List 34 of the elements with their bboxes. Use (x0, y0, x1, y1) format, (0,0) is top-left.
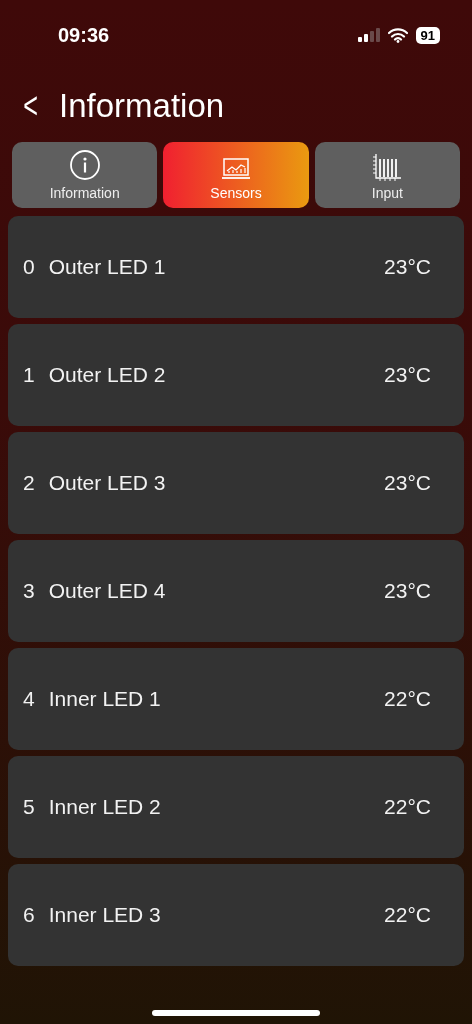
tab[interactable]: Information (12, 142, 158, 208)
sensor-name: Inner LED 3 (48, 903, 162, 927)
temperature-value: 23°C (384, 255, 431, 279)
home-indicator[interactable] (152, 1010, 320, 1016)
sensor-name: Outer LED 3 (48, 471, 167, 495)
sensor-name: Outer LED 4 (48, 579, 167, 603)
temperature-value: 23°C (384, 471, 431, 495)
sensor-name: Outer LED 2 (48, 363, 167, 387)
bar-graph-icon (372, 153, 403, 181)
sensor-index: 1 (23, 363, 35, 387)
sensor-index: 2 (23, 471, 35, 495)
temperature-value: 22°C (384, 903, 431, 927)
status-time: 09:36 (58, 23, 110, 47)
wifi-icon (387, 27, 408, 43)
temperature-value: 22°C (384, 687, 431, 711)
tab[interactable]: Sensors (163, 142, 309, 208)
sensor-index: 3 (23, 579, 35, 603)
sensor-name: Inner LED 1 (48, 687, 162, 711)
temperature-value: 23°C (384, 579, 431, 603)
sensor-name: Outer LED 1 (48, 255, 167, 279)
laptop-chart-icon (221, 157, 251, 181)
signal-icon (357, 28, 380, 42)
sensor-name: Inner LED 2 (48, 795, 162, 819)
temperature-value: 22°C (384, 795, 431, 819)
page-title: Information (59, 87, 225, 125)
battery-level: 91 (415, 26, 440, 44)
tab[interactable]: Input (314, 142, 460, 208)
sensor-index: 4 (23, 687, 35, 711)
sensor-index: 0 (23, 255, 35, 279)
sensor-index: 5 (23, 795, 35, 819)
sensor-index: 6 (23, 903, 35, 927)
info-icon (68, 149, 101, 181)
back-button[interactable]: < (23, 88, 38, 124)
temperature-value: 23°C (384, 363, 431, 387)
